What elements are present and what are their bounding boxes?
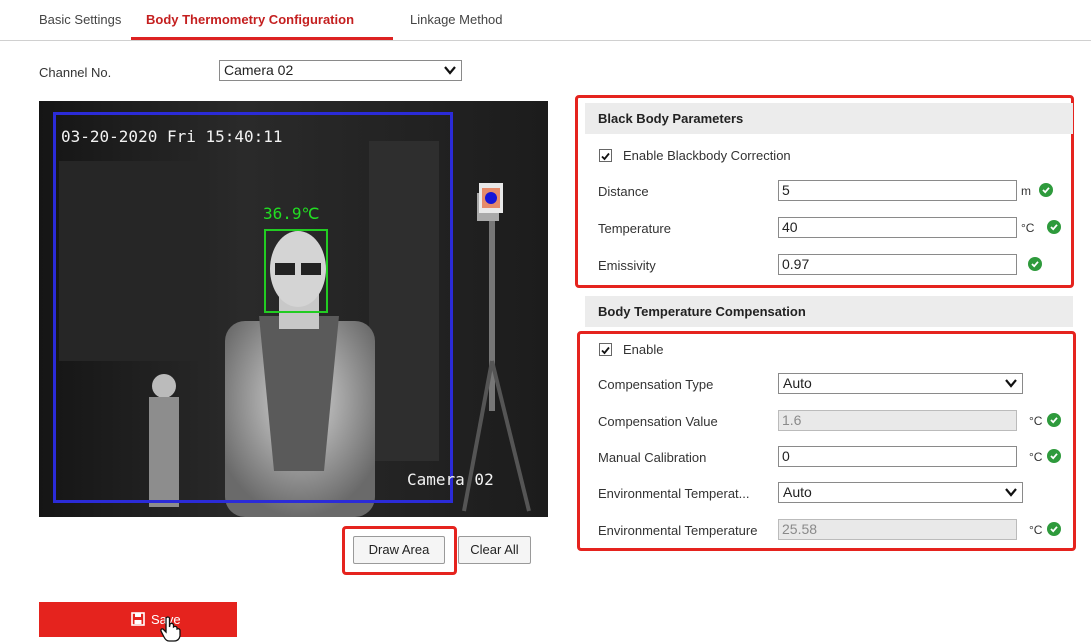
compensation-value-input: 1.6 <box>778 410 1017 431</box>
chevron-down-icon <box>1005 379 1017 388</box>
hand-cursor-icon <box>160 616 181 642</box>
distance-unit: m <box>1021 184 1031 198</box>
environmental-mode-label: Environmental Temperat... <box>598 486 750 501</box>
distance-label: Distance <box>598 184 649 199</box>
enable-compensation-label: Enable <box>623 342 664 357</box>
emissivity-label: Emissivity <box>598 258 656 273</box>
temperature-label: Temperature <box>598 221 671 236</box>
face-detection-box <box>264 229 328 313</box>
blackbody-target-icon <box>485 192 497 204</box>
enable-blackbody-checkbox[interactable] <box>599 149 612 162</box>
check-circle-icon <box>1047 449 1061 463</box>
blackbody-section-title: Black Body Parameters <box>585 103 1073 134</box>
check-circle-icon <box>1047 522 1061 536</box>
blackbody-device <box>479 183 503 213</box>
tab-body-thermometry[interactable]: Body Thermometry Configuration <box>146 12 354 27</box>
enable-blackbody-label: Enable Blackbody Correction <box>623 148 791 163</box>
manual-calibration-label: Manual Calibration <box>598 450 707 465</box>
temperature-unit: °C <box>1021 221 1035 235</box>
tab-bar: Basic Settings Body Thermometry Configur… <box>0 0 1091 41</box>
temperature-reading: 36.9℃ <box>263 204 320 223</box>
channel-select[interactable]: Camera 02 <box>219 60 462 81</box>
check-circle-icon <box>1028 257 1042 271</box>
tab-linkage-method[interactable]: Linkage Method <box>410 12 503 27</box>
check-circle-icon <box>1047 220 1061 234</box>
detection-area-box[interactable] <box>53 112 453 503</box>
compensation-value-label: Compensation Value <box>598 414 718 429</box>
thermal-camera-view[interactable]: 36.9℃ 03-20-2020 Fri 15:40:11 Camera 02 <box>39 101 548 517</box>
compensation-section-title: Body Temperature Compensation <box>585 296 1073 327</box>
emissivity-input[interactable]: 0.97 <box>778 254 1017 275</box>
temperature-input[interactable]: 40 <box>778 217 1017 238</box>
osd-timestamp: 03-20-2020 Fri 15:40:11 <box>61 127 283 146</box>
compensation-value-unit: °C <box>1029 414 1043 428</box>
save-button[interactable]: Save <box>39 602 237 637</box>
check-circle-icon <box>1047 413 1061 427</box>
active-tab-indicator <box>131 37 393 40</box>
tab-basic-settings[interactable]: Basic Settings <box>39 12 121 27</box>
compensation-type-label: Compensation Type <box>598 377 714 392</box>
floppy-disk-icon <box>131 612 145 626</box>
environmental-temperature-label: Environmental Temperature <box>598 523 758 538</box>
enable-compensation-checkbox[interactable] <box>599 343 612 356</box>
environmental-mode-select[interactable]: Auto <box>778 482 1023 503</box>
draw-area-button[interactable]: Draw Area <box>353 536 445 564</box>
manual-calibration-input[interactable]: 0 <box>778 446 1017 467</box>
environmental-temperature-unit: °C <box>1029 523 1043 537</box>
compensation-highlight <box>577 331 1076 551</box>
channel-label: Channel No. <box>39 65 112 80</box>
environmental-temperature-input: 25.58 <box>778 519 1017 540</box>
clear-all-button[interactable]: Clear All <box>458 536 531 564</box>
channel-select-value: Camera 02 <box>224 62 294 78</box>
chevron-down-icon <box>1005 488 1017 497</box>
distance-input[interactable]: 5 <box>778 180 1017 201</box>
checkmark-icon <box>601 346 610 355</box>
check-circle-icon <box>1039 183 1053 197</box>
environmental-mode-value: Auto <box>783 484 812 500</box>
checkmark-icon <box>601 152 610 161</box>
compensation-type-value: Auto <box>783 375 812 391</box>
osd-channel-name: Camera 02 <box>407 470 494 489</box>
compensation-type-select[interactable]: Auto <box>778 373 1023 394</box>
manual-calibration-unit: °C <box>1029 450 1043 464</box>
chevron-down-icon <box>444 66 456 75</box>
